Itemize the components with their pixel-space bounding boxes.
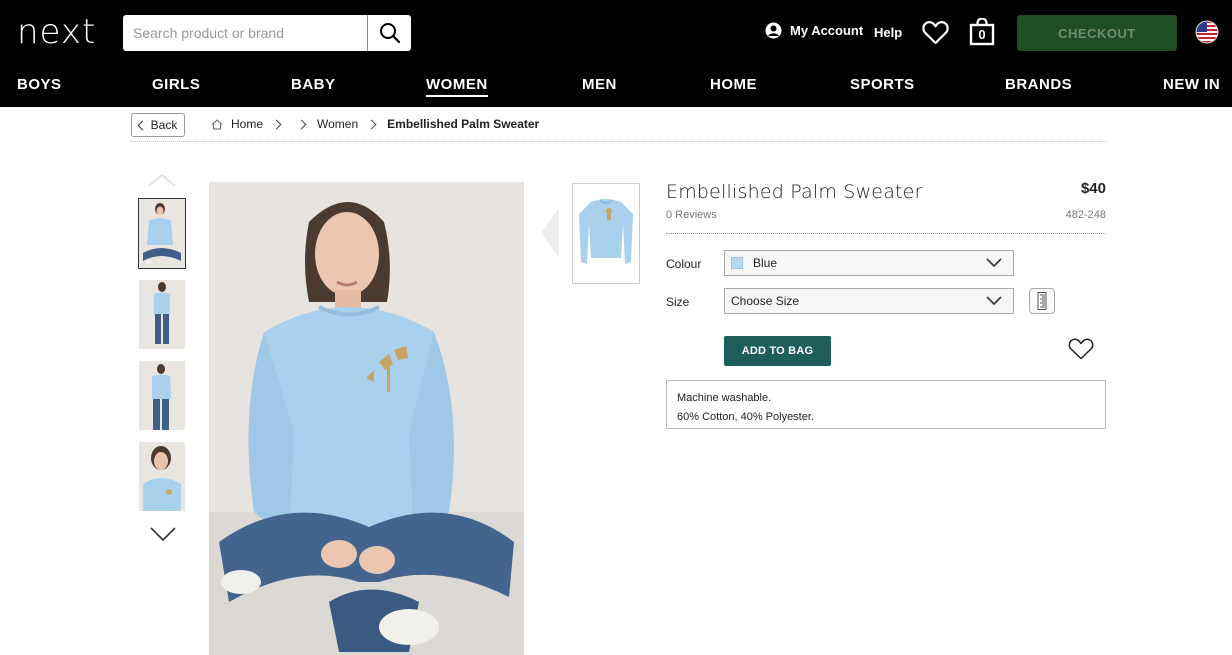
nav-baby[interactable]: BABY [291,76,336,93]
sweater-flat-image [573,184,639,283]
colour-select[interactable]: Blue [724,250,1014,276]
thumbnail-1[interactable] [138,198,186,269]
next-logo[interactable]: next [17,12,96,52]
model-photo [209,182,524,655]
product-title: Embellished Palm Sweater [666,181,923,203]
heart-icon [1068,338,1094,360]
breadcrumb: Home Women Embellished Palm Sweater [211,117,539,131]
thumbnails-up-button[interactable] [148,173,176,192]
main-product-image[interactable] [209,182,524,655]
search-button[interactable] [368,15,411,51]
size-label: Size [666,295,690,309]
back-button[interactable]: Back [131,113,185,137]
main-nav: BOYS GIRLS BABY WOMEN MEN HOME SPORTS BR… [0,76,1232,97]
breadcrumb-women[interactable]: Women [317,117,358,131]
heart-icon [922,21,949,45]
my-account-link[interactable]: My Account [765,22,863,39]
breadcrumb-current: Embellished Palm Sweater [387,117,540,131]
nav-boys[interactable]: BOYS [17,76,62,93]
help-link[interactable]: Help [874,25,902,40]
nav-sports[interactable]: SPORTS [850,76,915,93]
size-value: Choose Size [731,294,800,308]
info-divider [666,233,1106,234]
header: next My Account Help 0 CHECKOUT [0,0,1232,107]
nav-home[interactable]: HOME [710,76,757,93]
flat-product-thumbnail[interactable] [572,183,640,284]
product-price: $40 [1080,180,1106,197]
ruler-icon [1037,292,1047,310]
chevron-down-icon [986,296,1002,306]
thumbnail-2[interactable] [139,280,185,349]
nav-women[interactable]: WOMEN [426,76,488,97]
chevron-left-icon [137,120,148,130]
model-photo-thumbnail [139,280,185,349]
colour-value: Blue [753,256,778,270]
shopping-bag-button[interactable]: 0 [968,17,996,51]
checkout-button[interactable]: CHECKOUT [1017,15,1177,51]
chevron-right-icon [271,119,282,129]
model-photo-thumbnail [139,442,185,511]
reviews-link[interactable]: 0 Reviews [666,209,717,221]
breadcrumb-home[interactable]: Home [231,117,263,131]
my-account-label: My Account [790,23,864,38]
size-select[interactable]: Choose Size [724,288,1014,314]
care-info-box: Machine washable. 60% Cotton, 40% Polyes… [666,380,1106,429]
model-photo-thumbnail [139,361,185,430]
account-icon [765,22,782,39]
thumbnails-down-button[interactable] [149,526,177,547]
search-bar [123,15,411,51]
thumbnail-4[interactable] [139,442,185,511]
wishlist-button[interactable] [922,20,949,50]
colour-label: Colour [666,257,702,271]
nav-men[interactable]: MEN [582,76,617,93]
us-flag-icon [1195,20,1219,44]
nav-girls[interactable]: GIRLS [152,76,200,93]
nav-brands[interactable]: BRANDS [1005,76,1072,93]
add-to-bag-button[interactable]: ADD TO BAG [724,336,831,366]
breadcrumb-divider [130,141,1106,142]
back-label: Back [150,118,178,132]
product-code: 482-248 [1065,209,1106,221]
chevron-right-icon [366,119,377,129]
save-to-wishlist-button[interactable] [1068,338,1094,365]
search-input[interactable] [123,15,368,51]
chevron-up-icon [148,174,176,187]
nav-new-in[interactable]: NEW IN [1163,76,1220,93]
country-selector[interactable] [1195,20,1219,49]
fabric-composition: 60% Cotton, 40% Polyester. [677,411,814,423]
home-icon [211,118,223,129]
care-instructions: Machine washable. [677,392,772,404]
model-photo-thumbnail [139,199,185,268]
chevron-down-icon [150,527,176,542]
triangle-left-icon [541,208,559,258]
search-icon [379,23,400,44]
alt-view-pointer [541,208,559,263]
colour-swatch [731,257,743,269]
size-guide-button[interactable] [1029,288,1055,314]
chevron-down-icon [986,258,1002,268]
chevron-right-icon [296,119,307,129]
thumbnail-3[interactable] [139,361,185,430]
bag-count: 0 [978,27,986,42]
